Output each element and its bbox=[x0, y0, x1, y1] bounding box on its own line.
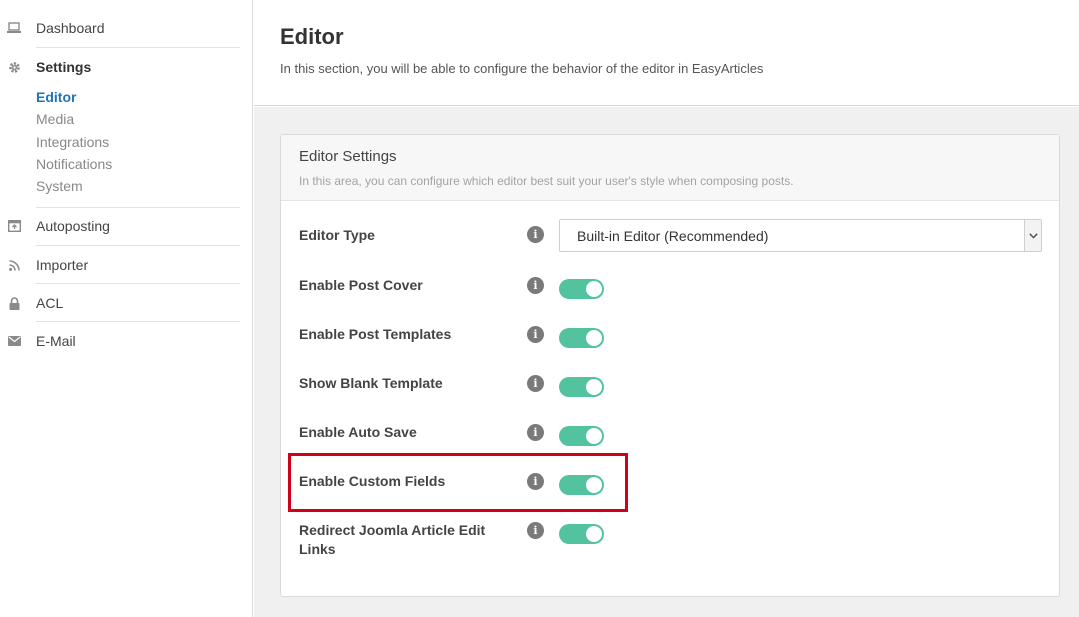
page-header: Editor In this section, you will be able… bbox=[254, 0, 1079, 106]
editor-type-select[interactable]: Built-in Editor (Recommended) bbox=[559, 219, 1042, 252]
sidebar-item-label: Dashboard bbox=[36, 20, 105, 36]
editor-type-label: Editor Type bbox=[299, 227, 375, 243]
editor-type-selected-value: Built-in Editor (Recommended) bbox=[577, 228, 769, 244]
show-blank-template-toggle[interactable] bbox=[559, 377, 604, 397]
sidebar-item-label: Settings bbox=[36, 59, 92, 75]
sidebar-divider bbox=[36, 245, 240, 246]
show-blank-template-label: Show Blank Template bbox=[299, 375, 443, 391]
rss-icon bbox=[7, 258, 21, 272]
editor-settings-panel: Editor Settings In this area, you can co… bbox=[280, 134, 1060, 597]
chevron-down-icon bbox=[1024, 220, 1041, 251]
info-icon[interactable]: i bbox=[527, 522, 544, 539]
laptop-icon bbox=[7, 21, 21, 35]
panel-subtitle: In this area, you can configure which ed… bbox=[299, 174, 794, 188]
sidebar-divider bbox=[36, 47, 240, 48]
sidebar-divider bbox=[36, 283, 240, 284]
info-icon[interactable]: i bbox=[527, 277, 544, 294]
enable-post-templates-toggle[interactable] bbox=[559, 328, 604, 348]
main-content: Editor Settings In this area, you can co… bbox=[254, 107, 1079, 617]
sidebar-item-autoposting[interactable]: Autoposting bbox=[0, 215, 110, 237]
redirect-joomla-article-edit-links-label: Redirect Joomla Article Edit Links bbox=[299, 522, 486, 557]
toggle-knob bbox=[586, 379, 602, 395]
toggle-knob bbox=[586, 477, 602, 493]
lock-icon bbox=[7, 296, 21, 310]
panel-header: Editor Settings In this area, you can co… bbox=[281, 135, 1059, 201]
info-icon[interactable]: i bbox=[527, 226, 544, 243]
sidebar-item-label: ACL bbox=[36, 295, 64, 311]
sidebar-subitem-media[interactable]: Media bbox=[36, 111, 74, 127]
toggle-knob bbox=[586, 428, 602, 444]
sidebar-item-label: Importer bbox=[36, 257, 89, 273]
enable-post-cover-label: Enable Post Cover bbox=[299, 277, 423, 293]
envelope-icon bbox=[7, 334, 21, 348]
enable-post-templates-label: Enable Post Templates bbox=[299, 326, 452, 342]
enable-custom-fields-label: Enable Custom Fields bbox=[299, 473, 446, 489]
sidebar-subitem-editor[interactable]: Editor bbox=[36, 89, 76, 105]
sidebar-subitem-system[interactable]: System bbox=[36, 178, 83, 194]
page-description: In this section, you will be able to con… bbox=[280, 61, 764, 76]
toggle-knob bbox=[586, 281, 602, 297]
sidebar-item-dashboard[interactable]: Dashboard bbox=[0, 17, 105, 39]
sidebar-item-email[interactable]: E-Mail bbox=[0, 330, 76, 352]
sidebar-item-importer[interactable]: Importer bbox=[0, 254, 88, 276]
sidebar-divider bbox=[36, 207, 240, 208]
sidebar-item-label: Autoposting bbox=[36, 218, 110, 234]
sidebar-subitem-notifications[interactable]: Notifications bbox=[36, 156, 112, 172]
sidebar-item-acl[interactable]: ACL bbox=[0, 292, 63, 314]
sidebar-item-settings[interactable]: Settings bbox=[0, 56, 91, 78]
page-title: Editor bbox=[280, 24, 344, 49]
enable-custom-fields-toggle[interactable] bbox=[559, 475, 604, 495]
panel-title: Editor Settings bbox=[299, 148, 397, 165]
enable-post-cover-toggle[interactable] bbox=[559, 279, 604, 299]
sidebar-subitem-integrations[interactable]: Integrations bbox=[36, 134, 109, 150]
redirect-joomla-article-edit-links-toggle[interactable] bbox=[559, 524, 604, 544]
info-icon[interactable]: i bbox=[527, 375, 544, 392]
autopost-icon bbox=[7, 219, 21, 233]
toggle-knob bbox=[586, 526, 602, 542]
gear-icon bbox=[7, 60, 21, 74]
sidebar: Dashboard Settings Editor Media Integrat… bbox=[0, 0, 253, 617]
info-icon[interactable]: i bbox=[527, 473, 544, 490]
sidebar-item-label: E-Mail bbox=[36, 333, 76, 349]
enable-auto-save-label: Enable Auto Save bbox=[299, 424, 417, 440]
info-icon[interactable]: i bbox=[527, 326, 544, 343]
toggle-knob bbox=[586, 330, 602, 346]
info-icon[interactable]: i bbox=[527, 424, 544, 441]
sidebar-divider bbox=[36, 321, 240, 322]
enable-auto-save-toggle[interactable] bbox=[559, 426, 604, 446]
